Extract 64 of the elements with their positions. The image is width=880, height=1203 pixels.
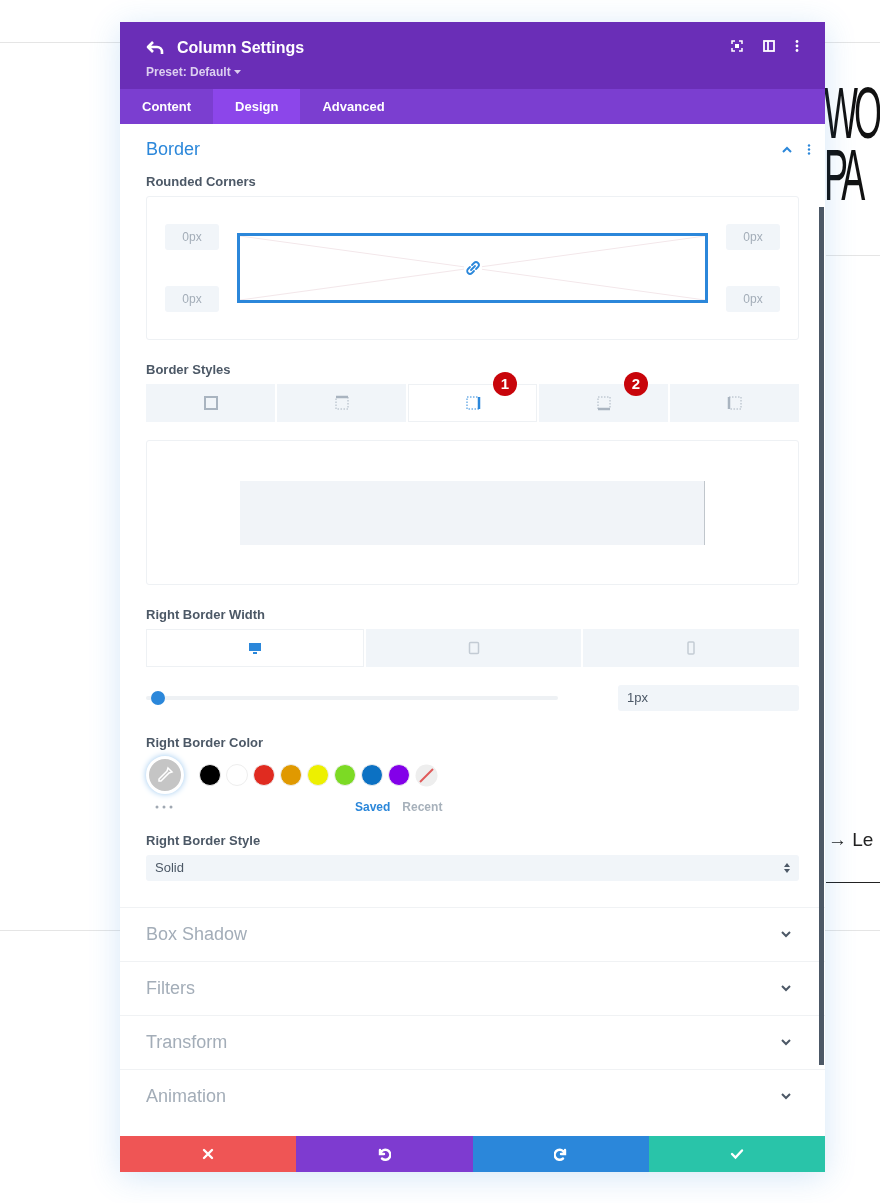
select-arrows-icon — [784, 863, 790, 873]
check-icon — [729, 1148, 744, 1160]
section-title[interactable]: Filters — [146, 975, 195, 1002]
chevron-down-icon[interactable] — [781, 931, 791, 938]
tablet-icon — [467, 641, 480, 655]
more-icon[interactable] — [155, 805, 173, 809]
page-link[interactable]: → Le — [828, 826, 874, 855]
more-options-icon[interactable] — [795, 40, 799, 52]
color-swatch[interactable] — [307, 764, 329, 786]
fullscreen-icon[interactable] — [731, 40, 743, 52]
section-title[interactable]: Transform — [146, 1029, 228, 1056]
caret-icon — [233, 70, 241, 74]
palette-tab[interactable]: Recent — [402, 798, 443, 816]
split-view-icon[interactable] — [763, 40, 775, 52]
section-menu-icon[interactable] — [807, 143, 811, 155]
field-label: Right Border Color — [146, 735, 264, 750]
back-icon[interactable] — [146, 41, 164, 55]
step-badge: 2 — [624, 372, 648, 396]
border-style-select[interactable]: Solid — [146, 855, 799, 881]
corner-radius-field[interactable]: 0px — [165, 286, 219, 312]
section-title[interactable]: Box Shadow — [146, 921, 248, 948]
border-all-icon — [201, 394, 220, 412]
border-left-icon — [725, 394, 744, 412]
color-swatch[interactable] — [388, 764, 410, 786]
border-right-icon — [463, 394, 482, 412]
scrollbar[interactable] — [819, 207, 824, 1065]
color-swatch[interactable] — [334, 764, 356, 786]
field-label: Rounded Corners — [146, 174, 257, 189]
desktop-icon — [247, 641, 262, 655]
corner-radius-field[interactable]: 0px — [726, 286, 780, 312]
chevron-down-icon[interactable] — [781, 985, 791, 992]
eyedropper-icon — [156, 766, 174, 784]
preset-dropdown[interactable]: Preset: Default — [146, 63, 241, 81]
chevron-up-icon[interactable] — [782, 145, 792, 153]
page-heading-line: PA — [824, 144, 863, 206]
field-label: Border Styles — [146, 362, 232, 377]
corner-radius-field[interactable]: 0px — [165, 224, 219, 250]
settings-tab[interactable]: Content — [120, 89, 214, 124]
modal-title: Column Settings — [177, 38, 305, 58]
corner-radius-field[interactable]: 0px — [726, 224, 780, 250]
chevron-down-icon[interactable] — [781, 1093, 791, 1100]
settings-tab[interactable]: Advanced — [300, 89, 407, 124]
chevron-down-icon[interactable] — [781, 1039, 791, 1046]
palette-tab[interactable]: Saved — [355, 798, 391, 816]
color-swatch[interactable] — [361, 764, 383, 786]
phone-icon — [687, 641, 696, 655]
no-color-swatch-icon[interactable] — [415, 763, 438, 787]
border-bottom-icon — [594, 394, 613, 412]
section-title[interactable]: Border — [146, 135, 201, 163]
redo-icon — [553, 1147, 568, 1161]
undo-icon — [377, 1147, 392, 1161]
step-badge: 1 — [493, 372, 517, 396]
field-label: Right Border Width — [146, 607, 267, 622]
settings-tab[interactable]: Design — [213, 89, 301, 124]
color-swatch[interactable] — [199, 764, 221, 786]
border-top-icon — [332, 394, 351, 412]
page-heading-line: WO — [824, 82, 878, 144]
color-swatch[interactable] — [253, 764, 275, 786]
section-title[interactable]: Animation — [146, 1083, 227, 1110]
width-value-field[interactable]: 1px — [618, 685, 799, 711]
close-icon — [202, 1148, 215, 1160]
slider-thumb[interactable] — [151, 691, 166, 705]
color-swatch[interactable] — [280, 764, 302, 786]
field-label: Right Border Style — [146, 833, 262, 848]
